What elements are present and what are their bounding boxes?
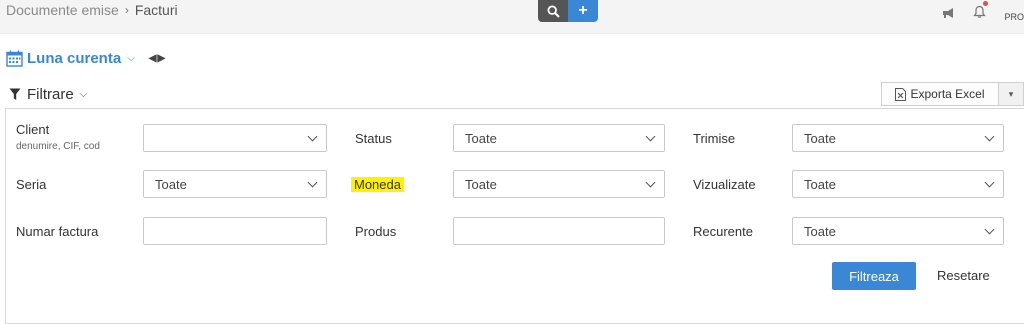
plus-icon: + xyxy=(578,2,588,19)
chevron-down-icon xyxy=(984,177,995,188)
top-icons: PRO xyxy=(941,1,1024,22)
vizualizate-select[interactable]: Toate xyxy=(792,170,1004,198)
excel-file-icon xyxy=(895,87,907,101)
chevron-down-icon: ⌵ xyxy=(79,89,88,100)
filter-button[interactable]: Filtreaza xyxy=(832,262,916,290)
recurente-label: Recurente xyxy=(693,224,753,239)
top-bar: Documente emise › Facturi + PRO xyxy=(0,0,1024,34)
period-selector[interactable]: Luna curenta ⌵ ◀▶ xyxy=(6,50,166,67)
client-sublabel: denumire, CIF, cod xyxy=(16,141,100,152)
vizualizate-value: Toate xyxy=(804,176,836,192)
chevron-down-icon: ⌵ xyxy=(127,53,135,64)
seria-value: Toate xyxy=(155,176,187,192)
chevron-down-icon xyxy=(645,131,656,142)
notifications-button[interactable] xyxy=(973,1,989,22)
breadcrumb-separator: › xyxy=(124,3,129,17)
add-button[interactable]: + xyxy=(568,0,598,22)
bell-icon xyxy=(973,5,987,18)
client-select[interactable] xyxy=(143,124,327,152)
user-menu-label[interactable]: PRO xyxy=(1004,12,1024,22)
moneda-label: Moneda xyxy=(351,177,404,192)
seria-label: Seria xyxy=(16,177,47,192)
search-icon xyxy=(546,4,560,18)
status-label: Status xyxy=(355,131,392,146)
period-nav-arrows[interactable]: ◀▶ xyxy=(149,53,166,64)
moneda-select[interactable]: Toate xyxy=(453,170,665,198)
produs-label: Produs xyxy=(355,224,397,239)
filter-toggle[interactable]: Filtrare ⌵ xyxy=(9,86,87,103)
reset-button[interactable]: Resetare xyxy=(937,268,990,283)
vizualizate-label: Vizualizate xyxy=(693,177,756,192)
client-label: Client xyxy=(16,122,50,137)
trimise-value: Toate xyxy=(804,130,836,146)
notification-dot xyxy=(983,1,989,6)
export-excel-group: Exporta Excel ▾ xyxy=(881,82,1024,106)
filter-icon xyxy=(9,88,21,100)
status-value: Toate xyxy=(465,130,497,146)
recurente-value: Toate xyxy=(804,223,836,239)
chevron-down-icon xyxy=(307,177,318,188)
produs-input[interactable] xyxy=(453,217,665,245)
numar-factura-label: Numar factura xyxy=(16,224,99,239)
period-label: Luna curenta xyxy=(27,50,122,67)
breadcrumb-section[interactable]: Documente emise xyxy=(6,2,119,18)
export-excel-button[interactable]: Exporta Excel xyxy=(882,83,999,105)
export-dropdown-button[interactable]: ▾ xyxy=(999,83,1023,105)
chevron-down-icon: ▾ xyxy=(1008,88,1014,99)
filter-toggle-label: Filtrare xyxy=(27,86,74,103)
export-label: Exporta Excel xyxy=(910,87,985,101)
chevron-down-icon xyxy=(984,224,995,235)
chevron-down-icon xyxy=(984,131,995,142)
calendar-icon xyxy=(6,50,23,67)
trimise-label: Trimise xyxy=(693,131,736,146)
breadcrumb: Documente emise › Facturi xyxy=(6,2,178,18)
status-select[interactable]: Toate xyxy=(453,124,665,152)
chevron-down-icon xyxy=(307,131,318,142)
search-button[interactable] xyxy=(538,0,568,22)
moneda-value: Toate xyxy=(465,176,497,192)
recurente-select[interactable]: Toate xyxy=(792,217,1004,245)
numar-factura-input[interactable] xyxy=(143,217,327,245)
megaphone-icon[interactable] xyxy=(941,6,955,20)
breadcrumb-current: Facturi xyxy=(134,2,178,18)
seria-select[interactable]: Toate xyxy=(143,170,327,198)
trimise-select[interactable]: Toate xyxy=(792,124,1004,152)
chevron-down-icon xyxy=(645,177,656,188)
